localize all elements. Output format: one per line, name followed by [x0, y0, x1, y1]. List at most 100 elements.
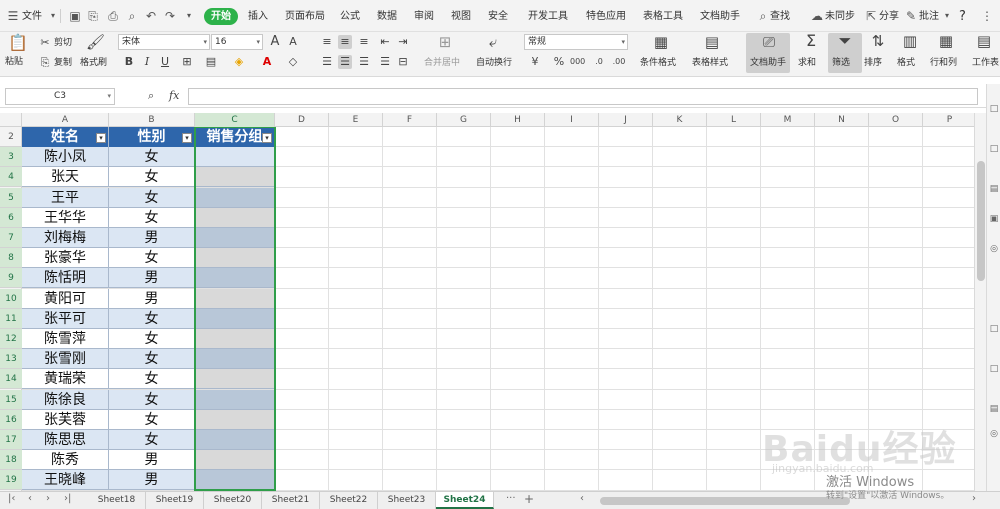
table-cell[interactable]: 陈小凤 — [22, 147, 109, 168]
tab-security[interactable]: 安全 — [488, 9, 508, 25]
increase-font-icon[interactable]: A — [268, 35, 282, 49]
table-cell[interactable] — [195, 207, 275, 228]
table-cell[interactable]: 陈思思 — [22, 430, 109, 450]
tab-data[interactable]: 数据 — [377, 9, 397, 25]
select-all-corner[interactable] — [0, 113, 22, 127]
column-header[interactable]: B — [109, 113, 195, 127]
table-header-cell[interactable]: 姓名 ▾ — [22, 127, 109, 147]
table-cell[interactable]: 女 — [109, 248, 195, 269]
table-cell[interactable]: 刘梅梅 — [22, 228, 109, 248]
table-cell[interactable] — [195, 308, 275, 329]
table-cell[interactable]: 男 — [109, 470, 195, 491]
search-icon[interactable]: ⌕ — [756, 9, 770, 23]
table-cell[interactable]: 王晓峰 — [22, 470, 109, 491]
sheet-tab[interactable]: Sheet22 — [320, 492, 378, 509]
tab-special[interactable]: 特色应用 — [586, 9, 626, 25]
fill-style-icon[interactable]: ▤ — [204, 55, 218, 69]
currency-icon[interactable]: ¥ — [528, 55, 542, 69]
sheet-tab[interactable]: Sheet19 — [146, 492, 204, 509]
tab-table-tools[interactable]: 表格工具 — [643, 9, 683, 25]
table-cell[interactable]: 张豪华 — [22, 248, 109, 269]
fx-icon[interactable]: fx — [169, 89, 179, 102]
align-bottom-icon[interactable]: ≡ — [357, 35, 371, 49]
filter-button[interactable]: 筛选 — [832, 57, 850, 69]
row-header[interactable]: 14 — [0, 369, 22, 390]
filter-dropdown-icon[interactable]: ▾ — [96, 133, 106, 143]
row-header[interactable]: 18 — [0, 450, 22, 471]
format-icon[interactable]: ▥ — [901, 34, 919, 49]
table-cell[interactable]: 女 — [109, 409, 195, 430]
chevron-down-icon[interactable]: ▾ — [940, 9, 954, 23]
row-header[interactable]: 16 — [0, 409, 22, 430]
percent-icon[interactable]: % — [552, 55, 566, 69]
tab-view[interactable]: 视图 — [451, 9, 471, 25]
tab-start[interactable]: 开始 — [204, 8, 238, 25]
help-button[interactable]: ? — [959, 9, 966, 25]
sheet-tab[interactable]: Sheet18 — [88, 492, 146, 509]
row-header[interactable]: 4 — [0, 167, 22, 188]
table-cell[interactable]: 张天 — [22, 167, 109, 188]
wrap-text-button[interactable]: 自动换行 — [476, 57, 512, 69]
column-header[interactable]: G — [437, 113, 491, 127]
sheet-tab[interactable]: Sheet20 — [204, 492, 262, 509]
table-cell[interactable]: 陈秀 — [22, 450, 109, 471]
next-sheet-icon[interactable]: › — [46, 493, 50, 504]
row-header[interactable]: 11 — [0, 308, 22, 329]
column-header[interactable]: E — [329, 113, 383, 127]
table-cell[interactable]: 男 — [109, 228, 195, 248]
column-header[interactable]: H — [491, 113, 545, 127]
row-header[interactable]: 7 — [0, 228, 22, 248]
table-cell[interactable] — [195, 389, 275, 410]
table-cell[interactable]: 陈雪萍 — [22, 329, 109, 349]
comment-button[interactable]: 批注 — [919, 9, 939, 25]
table-cell[interactable]: 王平 — [22, 187, 109, 208]
table-cell[interactable]: 女 — [109, 147, 195, 168]
copy-icon[interactable]: ⎘ — [38, 56, 52, 70]
cut-icon[interactable]: ✂ — [38, 36, 52, 50]
fill-color-icon[interactable]: ◈ — [232, 55, 246, 69]
tab-page-layout[interactable]: 页面布局 — [285, 9, 325, 25]
filter-icon[interactable]: ⏷ — [836, 33, 854, 49]
decrease-font-icon[interactable]: A — [286, 35, 300, 49]
copy-button[interactable]: 复制 — [54, 57, 72, 69]
distribute-icon[interactable]: ⊟ — [396, 55, 410, 69]
share-icon[interactable]: ⇱ — [864, 9, 878, 23]
table-cell[interactable] — [195, 187, 275, 208]
format-painter-button[interactable]: 格式刷 — [80, 57, 107, 69]
prev-sheet-icon[interactable]: ‹ — [28, 493, 32, 504]
tab-insert[interactable]: 插入 — [248, 9, 268, 25]
row-header[interactable]: 5 — [0, 187, 22, 208]
align-left-icon[interactable]: ☰ — [320, 55, 334, 69]
print-icon[interactable]: ⎙ — [106, 9, 120, 23]
row-header[interactable]: 8 — [0, 248, 22, 269]
italic-icon[interactable]: I — [140, 55, 154, 69]
table-cell[interactable]: 张雪刚 — [22, 349, 109, 370]
table-cell[interactable]: 男 — [109, 288, 195, 309]
cut-button[interactable]: 剪切 — [54, 37, 72, 49]
side-icon[interactable]: □ — [989, 144, 999, 154]
table-cell[interactable] — [195, 147, 275, 168]
tab-formula[interactable]: 公式 — [340, 9, 360, 25]
formula-input[interactable] — [188, 88, 978, 105]
row-header[interactable]: 6 — [0, 207, 22, 228]
align-middle-icon[interactable]: ≡ — [338, 35, 352, 49]
tab-developer[interactable]: 开发工具 — [528, 9, 568, 25]
share-button[interactable]: 分享 — [879, 9, 899, 25]
bold-icon[interactable]: B — [122, 55, 136, 69]
row-header[interactable]: 19 — [0, 470, 22, 491]
table-cell[interactable]: 男 — [109, 450, 195, 471]
column-header[interactable]: F — [383, 113, 437, 127]
filter-dropdown-icon[interactable]: ▾ — [182, 133, 192, 143]
vertical-scroll-thumb[interactable] — [977, 161, 985, 281]
table-cell[interactable]: 男 — [109, 268, 195, 289]
font-color-icon[interactable]: A — [260, 55, 274, 69]
row-header[interactable]: 17 — [0, 430, 22, 450]
wrap-text-icon[interactable]: ⤶ — [484, 35, 502, 50]
table-cell[interactable] — [195, 228, 275, 248]
paste-button[interactable]: 粘贴 — [5, 56, 23, 68]
column-header[interactable]: D — [275, 113, 329, 127]
row-header[interactable]: 3 — [0, 147, 22, 168]
table-cell[interactable] — [195, 167, 275, 188]
side-icon[interactable]: □ — [989, 324, 999, 334]
worksheet-button[interactable]: 工作表 — [972, 57, 999, 69]
